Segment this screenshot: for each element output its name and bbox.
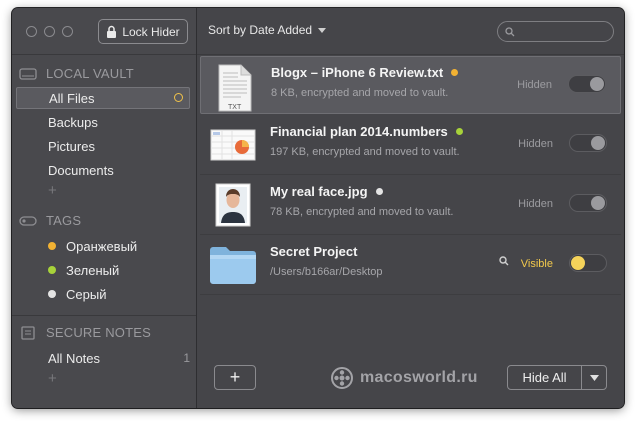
hide-toggle[interactable] [569,194,607,212]
watermark: macosworld.ru [331,367,478,389]
file-subtitle: 78 KB, encrypted and moved to vault. [270,206,454,218]
app-window: Lock Hider LOCAL VAULT All Files Backups… [12,8,624,408]
hide-all-menu-button[interactable] [582,366,606,389]
file-subtitle: /Users/b166ar/Desktop [270,266,383,278]
notes-count: 1 [183,351,190,365]
row-divider [200,174,621,175]
file-status: Hidden [518,138,553,150]
notes-icon [18,325,38,340]
file-row[interactable]: Financial plan 2014.numbers 197 KB, encr… [200,116,621,174]
sidebar-tag-green[interactable]: Зеленый [16,259,190,281]
tags-header: TAGS [18,213,81,228]
lock-hider-button[interactable]: Lock Hider [98,19,188,44]
zoom-window-button[interactable] [62,26,73,37]
numbers-file-icon [210,122,256,168]
minimize-window-button[interactable] [44,26,55,37]
file-row[interactable]: TXT Blogx – iPhone 6 Review.txt 8 KB, en… [200,56,621,114]
file-status: Hidden [517,79,552,91]
sidebar-tag-orange[interactable]: Оранжевый [16,235,190,257]
file-row[interactable]: Secret Project /Users/b166ar/Desktop Vis… [200,236,621,294]
sidebar-item-all-files[interactable]: All Files [16,87,190,109]
search-field[interactable] [497,21,614,42]
photo-file-icon [210,182,256,228]
bottom-bar: + macosworld.ru Hide All [197,354,624,408]
sort-dropdown[interactable]: Sort by Date Added [208,23,327,37]
watermark-logo-icon [331,367,353,389]
window-controls [26,26,73,37]
text-file-icon: TXT [211,63,257,112]
hide-all-label[interactable]: Hide All [508,366,582,389]
add-folder-icon[interactable]: + [48,182,57,199]
toggle-knob [591,136,605,150]
gray-tag-dot-icon [375,188,383,195]
toggle-knob [591,196,605,210]
file-list-pane: Sort by Date Added TXT Blogx – iPhone 6 … [197,8,624,408]
gray-tag-dot-icon [48,290,56,298]
file-title: Blogx – iPhone 6 Review.txt [271,65,459,80]
row-divider [200,234,621,235]
lock-hider-label: Lock Hider [122,24,180,39]
file-title: Financial plan 2014.numbers [270,124,463,139]
file-subtitle: 8 KB, encrypted and moved to vault. [271,87,449,99]
search-input[interactable] [519,24,613,39]
divider [12,54,196,55]
sidebar-tag-gray[interactable]: Серый [16,283,190,305]
local-vault-header: LOCAL VAULT [18,66,134,81]
sidebar: Lock Hider LOCAL VAULT All Files Backups… [12,8,197,408]
green-tag-dot-icon [48,266,56,274]
search-icon [505,26,515,36]
sidebar-item-documents[interactable]: Documents [16,159,190,181]
file-subtitle: 197 KB, encrypted and moved to vault. [270,146,460,158]
sidebar-item-backups[interactable]: Backups [16,111,190,133]
chevron-down-icon [318,27,327,33]
svg-text:TXT: TXT [228,104,242,111]
tag-icon [18,214,38,228]
add-note-icon[interactable]: + [48,370,57,387]
row-divider [200,294,621,295]
file-row[interactable]: My real face.jpg 78 KB, encrypted and mo… [200,176,621,234]
lock-icon [107,25,117,38]
sidebar-item-pictures[interactable]: Pictures [16,135,190,157]
close-window-button[interactable] [26,26,37,37]
drive-icon [18,67,38,81]
secure-notes-header: SECURE NOTES [18,325,151,340]
green-tag-dot-icon [455,128,463,135]
file-status: Hidden [518,198,553,210]
sidebar-item-all-notes[interactable]: All Notes 1 [16,347,190,369]
toggle-knob [571,256,585,270]
hide-toggle[interactable] [569,254,607,272]
orange-tag-dot-icon [48,242,56,250]
chevron-down-icon [589,374,599,381]
file-status: Visible [520,258,553,270]
orange-tag-dot-icon [451,69,459,76]
file-title: My real face.jpg [270,184,383,199]
toolbar: Sort by Date Added [197,8,624,55]
unread-indicator-icon [174,93,183,102]
hide-toggle[interactable] [568,75,606,93]
add-file-button[interactable]: + [214,365,256,390]
divider [12,315,196,316]
folder-icon [208,244,256,290]
hide-all-button[interactable]: Hide All [507,365,607,390]
toggle-knob [590,77,604,91]
hide-toggle[interactable] [569,134,607,152]
file-title: Secret Project [270,244,358,259]
reveal-in-finder-icon[interactable] [499,256,509,266]
